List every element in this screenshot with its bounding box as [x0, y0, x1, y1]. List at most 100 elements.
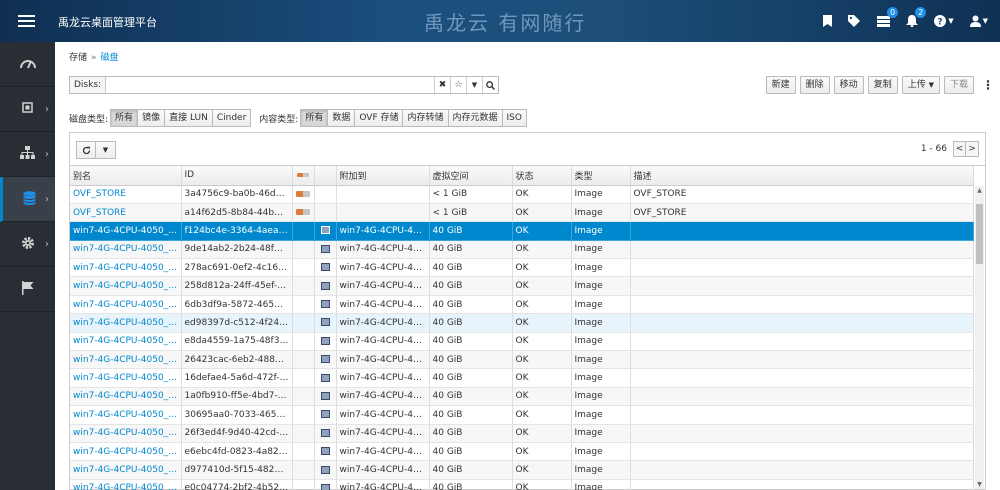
cell-alias[interactable]: OVF_STORE: [70, 185, 182, 204]
cell-alias[interactable]: win7-4G-4CPU-4050_Disk1: [70, 479, 182, 490]
cell-status: OK: [512, 221, 572, 241]
sidebar-item-compute[interactable]: ›: [0, 87, 55, 132]
table-row[interactable]: win7-4G-4CPU-4050_Disk1f124bc4e-3364-4ae…: [70, 221, 974, 241]
scroll-down-icon[interactable]: ▼: [975, 481, 984, 488]
disk-type-lun[interactable]: 直接 LUN: [165, 109, 213, 127]
cell-alias[interactable]: OVF_STORE: [70, 203, 182, 223]
cell-alias[interactable]: win7-4G-4CPU-4050_Disk1: [70, 405, 182, 425]
sidebar-item-administration[interactable]: ›: [0, 222, 55, 267]
cell-alias[interactable]: win7-4G-4CPU-4050_Disk1: [70, 258, 182, 278]
table-row[interactable]: win7-4G-4CPU-4050_Disk1ed98397d-c512-4f2…: [70, 313, 974, 333]
cell-alias[interactable]: win7-4G-4CPU-4050_Disk1: [70, 276, 182, 296]
vm-icon: [320, 410, 330, 419]
table-row[interactable]: win7-4G-4CPU-4050_Disk1d977410d-5f15-482…: [70, 460, 974, 480]
table-row[interactable]: win7-4G-4CPU-4050_Disk1258d812a-24ff-45e…: [70, 276, 974, 296]
cell-alias[interactable]: win7-4G-4CPU-4050_Disk1: [70, 442, 182, 462]
new-button[interactable]: 新建: [765, 76, 796, 94]
content-type-iso[interactable]: ISO: [502, 109, 527, 127]
col-type[interactable]: 类型: [571, 166, 631, 186]
cell-attached-to: win7-4G-4CPU-40-...: [336, 276, 430, 296]
table-row[interactable]: OVF_STORE 3a4756c9-ba0b-46d5-9... < 1 GiB O…: [70, 185, 974, 204]
table-row[interactable]: win7-4G-4CPU-4050_Disk19de14ab2-2b24-48f…: [70, 240, 974, 260]
breadcrumb-root[interactable]: 存储: [69, 53, 87, 63]
table-row[interactable]: win7-4G-4CPU-4050_Disk1e6ebc4fd-0823-4a8…: [70, 442, 974, 462]
cell-alias[interactable]: win7-4G-4CPU-4050_Disk1: [70, 350, 182, 370]
col-description[interactable]: 描述: [630, 166, 974, 186]
disk-type-all[interactable]: 所有: [110, 109, 139, 127]
col-id[interactable]: ID: [181, 166, 293, 186]
content-type-memory-metadata[interactable]: 内存元数据: [448, 109, 503, 127]
table-row[interactable]: win7-4G-4CPU-4050_Disk16db3df9a-5872-465…: [70, 295, 974, 315]
sidebar-item-events[interactable]: [0, 267, 55, 312]
search-icon[interactable]: [482, 77, 498, 93]
table-row[interactable]: win7-4G-4CPU-4050_Disk126f3ed4f-9d40-42c…: [70, 424, 974, 443]
cell-virtual-size: < 1 GiB: [429, 185, 513, 204]
cell-disk-type-icon: [292, 405, 315, 425]
breadcrumb-current[interactable]: 磁盘: [101, 53, 119, 63]
bell-icon[interactable]: 2: [906, 7, 927, 28]
content-type-ovf[interactable]: OVF 存储: [355, 109, 404, 127]
cell-alias[interactable]: win7-4G-4CPU-4050_Disk1: [70, 387, 182, 407]
download-button[interactable]: 下载: [943, 76, 974, 94]
upload-dropdown[interactable]: 上传 ▼: [901, 76, 940, 94]
copy-button[interactable]: 复制: [867, 76, 898, 94]
cell-attached-icon: [314, 387, 337, 407]
table-row[interactable]: win7-4G-4CPU-4050_Disk1278ac691-0ef2-4c1…: [70, 258, 974, 278]
star-icon[interactable]: ☆: [450, 77, 466, 93]
content-type-memory-dump[interactable]: 内存转储: [403, 109, 449, 127]
cell-attached-to: win7-4G-4CPU-40-...: [336, 313, 430, 333]
cell-alias[interactable]: win7-4G-4CPU-4050_Disk1: [70, 313, 182, 333]
disk-type-cinder[interactable]: Cinder: [212, 109, 252, 127]
table-row[interactable]: win7-4G-4CPU-4050_Disk1e8da4559-1a75-48f…: [70, 332, 974, 352]
table-row[interactable]: win7-4G-4CPU-4050_Disk11a0fb910-ff5e-4bd…: [70, 387, 974, 407]
cell-alias[interactable]: win7-4G-4CPU-4050_Disk1: [70, 424, 182, 443]
sidebar-item-network[interactable]: ›: [0, 132, 55, 177]
col-status[interactable]: 状态: [512, 166, 572, 186]
cell-id: a14f62d5-8b84-44b4-b...: [181, 203, 293, 223]
user-icon[interactable]: ▼: [969, 14, 988, 28]
table-row[interactable]: win7-4G-4CPU-4050_Disk130695aa0-7033-465…: [70, 405, 974, 425]
vertical-scrollbar[interactable]: ▲ ▼: [975, 186, 984, 489]
tasks-icon[interactable]: 0: [877, 7, 899, 28]
clear-icon[interactable]: ✖: [434, 77, 450, 93]
cell-alias[interactable]: win7-4G-4CPU-4050_Disk1: [70, 368, 182, 388]
delete-button[interactable]: 删除: [799, 76, 830, 94]
next-page-button[interactable]: >: [966, 141, 979, 157]
help-icon[interactable]: ? ▼: [934, 14, 954, 28]
sidebar-item-dashboard[interactable]: [0, 42, 55, 87]
table-row[interactable]: OVF_STORE a14f62d5-8b84-44b4-b... < 1 GiB O…: [70, 203, 974, 223]
scrollbar-thumb[interactable]: [976, 204, 983, 264]
table-row[interactable]: win7-4G-4CPU-4050_Disk126423cac-6eb2-488…: [70, 350, 974, 370]
col-attached-to[interactable]: 附加到: [336, 166, 430, 186]
cell-alias[interactable]: win7-4G-4CPU-4050_Disk1: [70, 295, 182, 315]
scroll-up-icon[interactable]: ▲: [975, 187, 984, 194]
tags-icon[interactable]: [848, 14, 861, 28]
cell-attached-icon: [314, 221, 337, 241]
bookmark-icon[interactable]: [823, 14, 833, 28]
kebab-menu-icon[interactable]: ⋮: [982, 78, 994, 92]
search-input[interactable]: [106, 77, 434, 93]
sidebar-item-storage[interactable]: ›: [0, 177, 55, 222]
cell-status: OK: [512, 295, 572, 315]
vm-icon: [320, 465, 330, 474]
cell-alias[interactable]: win7-4G-4CPU-4050_Disk1: [70, 460, 182, 480]
cell-status: OK: [512, 387, 572, 407]
hamburger-menu-icon[interactable]: [0, 0, 55, 42]
move-button[interactable]: 移动: [833, 76, 864, 94]
table-row[interactable]: win7-4G-4CPU-4050_Disk1e0c04774-2bf2-4b5…: [70, 479, 974, 490]
cell-alias[interactable]: win7-4G-4CPU-4050_Disk1: [70, 221, 182, 241]
cell-alias[interactable]: win7-4G-4CPU-4050_Disk1: [70, 332, 182, 352]
content-type-all[interactable]: 所有: [300, 109, 329, 127]
cell-virtual-size: 40 GiB: [429, 368, 513, 388]
refresh-icon[interactable]: [76, 141, 96, 159]
cell-alias[interactable]: win7-4G-4CPU-4050_Disk1: [70, 240, 182, 260]
cell-id: e8da4559-1a75-48f3-8c...: [181, 332, 293, 352]
table-row[interactable]: win7-4G-4CPU-4050_Disk116defae4-5a6d-472…: [70, 368, 974, 388]
disk-type-image[interactable]: 镜像: [138, 109, 166, 127]
col-virtual-size[interactable]: 虚拟空间: [429, 166, 513, 186]
chevron-down-icon[interactable]: ▼: [466, 77, 482, 93]
prev-page-button[interactable]: <: [953, 141, 966, 157]
chevron-down-icon[interactable]: ▼: [96, 141, 116, 159]
content-type-data[interactable]: 数据: [328, 109, 356, 127]
col-alias[interactable]: 别名: [70, 166, 182, 186]
